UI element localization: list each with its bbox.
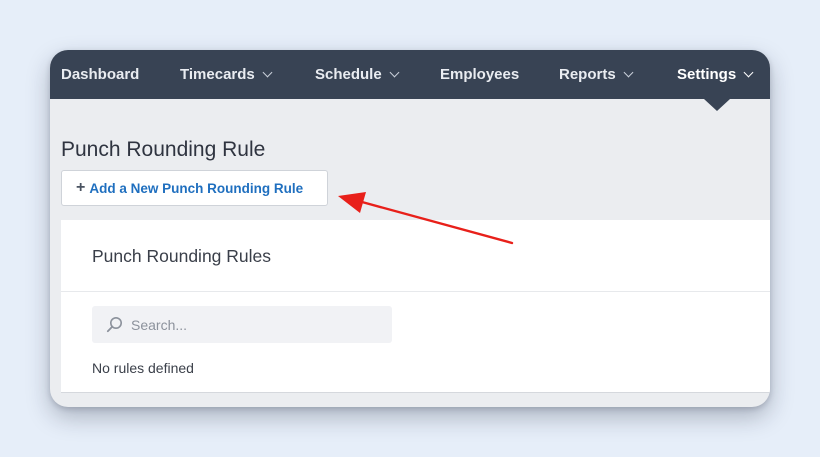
search-input[interactable] (131, 316, 371, 333)
active-nav-indicator (704, 99, 730, 111)
chevron-down-icon (623, 67, 634, 78)
nav-schedule-label: Schedule (315, 66, 382, 83)
nav-dashboard-label: Dashboard (61, 66, 140, 83)
nav-schedule[interactable]: Schedule (315, 50, 400, 99)
nav-reports-label: Reports (559, 66, 616, 83)
top-navbar: Dashboard Timecards Schedule Employees R… (50, 50, 770, 99)
chevron-down-icon (743, 67, 754, 78)
empty-state-text: No rules defined (92, 360, 194, 376)
nav-timecards[interactable]: Timecards (180, 50, 273, 99)
rules-panel: Punch Rounding Rules No rules defined (61, 220, 770, 393)
page-title: Punch Rounding Rule (61, 138, 266, 161)
search-box[interactable] (92, 306, 392, 343)
nav-employees[interactable]: Employees (440, 50, 519, 99)
nav-settings[interactable]: Settings (677, 50, 754, 99)
app-window: Dashboard Timecards Schedule Employees R… (50, 50, 770, 407)
nav-employees-label: Employees (440, 66, 520, 83)
nav-timecards-label: Timecards (180, 66, 255, 83)
chevron-down-icon (262, 67, 273, 78)
chevron-down-icon (389, 67, 400, 78)
search-icon (106, 317, 122, 333)
add-punch-rounding-rule-button[interactable]: + Add a New Punch Rounding Rule (61, 170, 328, 206)
nav-settings-label: Settings (677, 66, 737, 83)
panel-title: Punch Rounding Rules (92, 246, 272, 266)
plus-icon: + (76, 179, 86, 196)
add-button-label: Add a New Punch Rounding Rule (89, 180, 304, 196)
panel-divider (61, 291, 770, 292)
nav-dashboard[interactable]: Dashboard (61, 50, 139, 99)
nav-reports[interactable]: Reports (559, 50, 634, 99)
